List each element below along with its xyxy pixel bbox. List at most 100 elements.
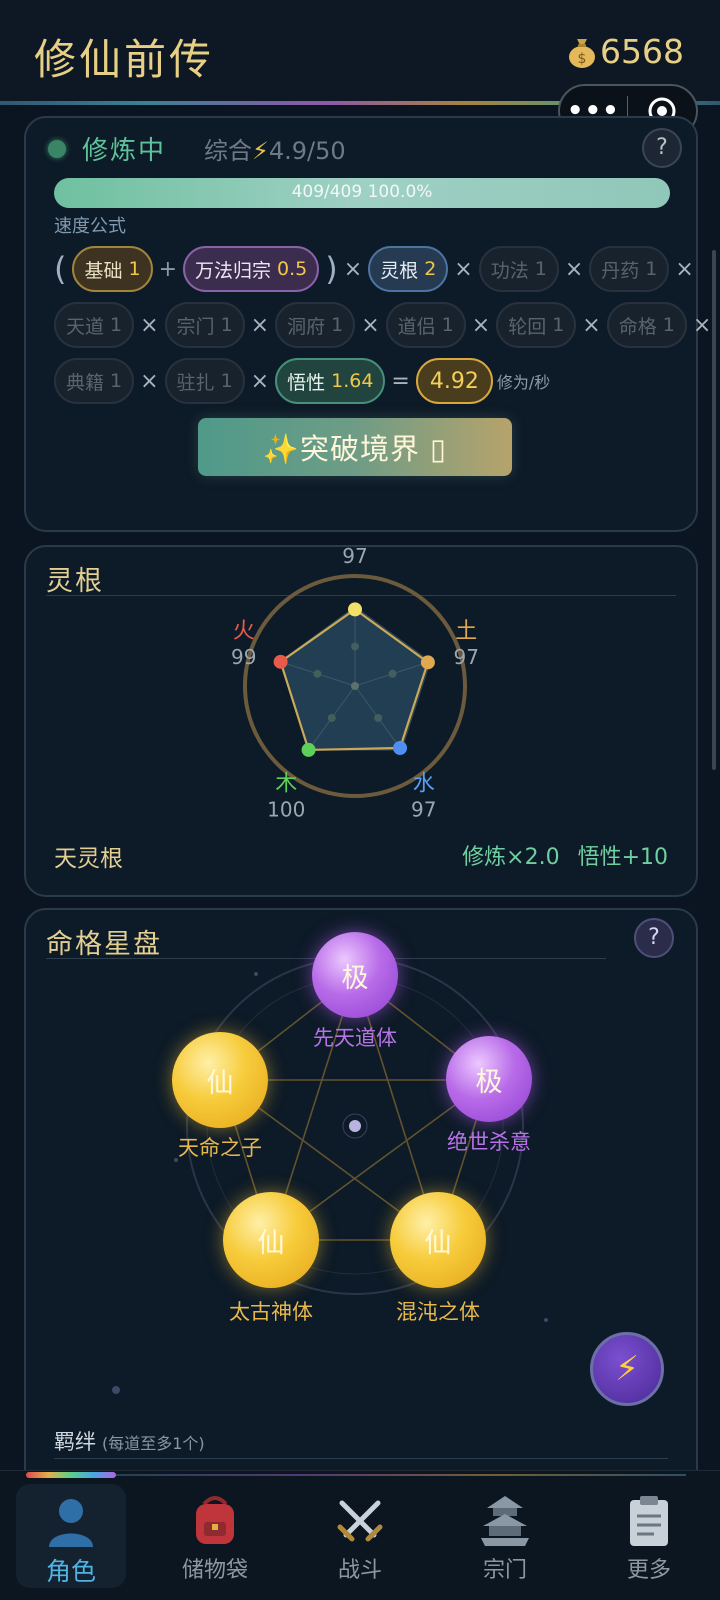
progress-text: 409/409 100.0% xyxy=(291,182,433,202)
chip-label: 基础 xyxy=(84,259,123,282)
times-sign: × xyxy=(140,368,159,394)
chip-danyao[interactable]: 丹药 1 xyxy=(589,246,670,292)
root-bonus: 修炼×2.0 悟性+10 xyxy=(462,839,668,871)
chip-value: 1 xyxy=(331,314,344,336)
fate-node-taigu-shenti[interactable]: 仙 xyxy=(223,1192,319,1288)
money-bag-icon: $ xyxy=(569,38,596,68)
close-paren: ) xyxy=(325,250,338,288)
radar-element-value: 97 xyxy=(342,547,367,568)
chip-zongmen[interactable]: 宗门 1 xyxy=(164,302,245,348)
breakthrough-button[interactable]: ✨突破境界 ▯ xyxy=(198,418,512,476)
chip-label: 宗门 xyxy=(176,315,215,338)
times-sign: × xyxy=(692,312,712,338)
chip-label: 万法归宗 xyxy=(195,259,272,282)
radar-value-polygon xyxy=(279,608,430,752)
tab-storage-bag[interactable]: 储物袋 xyxy=(160,1484,270,1588)
radar-element-label: 火 xyxy=(233,619,255,644)
chip-value: 0.5 xyxy=(277,258,308,280)
formula-row-3: 典籍 1 × 驻扎 1 × 悟性 1.64 = 4.92 修为/秒 xyxy=(54,358,550,404)
tab-label: 储物袋 xyxy=(181,1558,248,1583)
times-sign: × xyxy=(454,256,473,282)
times-sign: × xyxy=(343,256,363,282)
cultivation-help-button[interactable]: ? xyxy=(642,128,682,168)
chip-lunhui[interactable]: 轮回 1 xyxy=(496,302,577,348)
tab-battle[interactable]: 战斗 xyxy=(305,1484,415,1588)
chip-label: 灵根 xyxy=(380,259,419,282)
chip-label: 道侣 xyxy=(397,315,436,338)
radar-point xyxy=(273,654,288,669)
chip-value: 1 xyxy=(662,314,675,336)
root-grade: 天灵根 xyxy=(54,846,123,872)
radar-element-value: 99 xyxy=(231,645,256,669)
times-sign: × xyxy=(582,312,601,338)
radar-element-label: 木 xyxy=(275,772,297,797)
fate-node-xiantian-daoti[interactable]: 极 xyxy=(312,932,398,1018)
open-paren: ( xyxy=(54,250,67,288)
radar-element-value: 97 xyxy=(411,798,436,822)
chip-tiandao[interactable]: 天道 1 xyxy=(54,302,135,348)
bond-note: (每道至多1个) xyxy=(102,1434,205,1453)
cultivation-progress-bar: 409/409 100.0% xyxy=(54,178,670,208)
fate-label: 先天道体 xyxy=(313,1026,397,1050)
chip-gongfa[interactable]: 功法 1 xyxy=(478,246,559,292)
chip-spirit-root[interactable]: 灵根 2 xyxy=(368,246,449,292)
chip-base[interactable]: 基础 1 xyxy=(72,246,153,292)
chip-value: 1 xyxy=(645,258,658,280)
chip-label: 轮回 xyxy=(508,315,547,338)
radar-point xyxy=(393,740,408,755)
chip-value: 1 xyxy=(220,314,233,336)
pagoda-icon xyxy=(479,1492,531,1550)
tab-label: 战斗 xyxy=(337,1558,382,1583)
chip-value: 1 xyxy=(552,314,565,336)
chip-wanfa[interactable]: 万法归宗 0.5 xyxy=(183,246,320,292)
tab-label: 角色 xyxy=(45,1557,96,1586)
bond-title: 羁绊 xyxy=(54,1430,96,1454)
times-sign: × xyxy=(564,256,584,282)
radar-element-label: 土 xyxy=(455,619,477,644)
times-sign: × xyxy=(361,312,380,338)
fate-node-hundun-zhiti[interactable]: 仙 xyxy=(390,1192,486,1288)
radar-point xyxy=(301,742,316,757)
tab-character[interactable]: 角色 xyxy=(16,1484,126,1588)
chip-value: 1.64 xyxy=(331,370,374,392)
lightning-icon[interactable]: ⚡ xyxy=(590,1332,664,1406)
speed-result: 4.92 xyxy=(415,358,493,404)
formula-title: 速度公式 xyxy=(54,216,126,237)
radar-element-value: 100 xyxy=(267,798,305,822)
spirit-root-panel: 灵根 金97土97水97木100火99 天灵根 修炼×2.0悟性+10 xyxy=(24,545,698,897)
tab-more[interactable]: 更多 xyxy=(594,1484,704,1588)
chip-mingge[interactable]: 命格 1 xyxy=(606,302,687,348)
tab-sect[interactable]: 宗门 xyxy=(450,1484,560,1588)
bond-divider xyxy=(54,1458,668,1459)
times-sign: × xyxy=(471,312,491,338)
chip-zhuzha[interactable]: 驻扎 1 xyxy=(164,358,245,404)
chip-wuxing[interactable]: 悟性 1.64 xyxy=(275,358,386,404)
chip-value: 1 xyxy=(534,258,547,280)
times-sign: × xyxy=(250,312,270,338)
speed-unit: 修为/秒 xyxy=(496,373,551,392)
formula-row-1: ( 基础 1 + 万法归宗 0.5 ) × 灵根 2 × 功法 1 × 丹药 1 × xyxy=(54,246,694,292)
scrollbar[interactable] xyxy=(712,250,716,770)
chip-value: 1 xyxy=(128,258,141,280)
chip-value: 1 xyxy=(110,314,123,336)
coin-balance: $ 6568 xyxy=(566,32,684,71)
cultivation-status: 修炼中 xyxy=(82,136,167,166)
chip-label: 驻扎 xyxy=(176,371,215,394)
overall-value: 4.9/50 xyxy=(268,137,346,165)
chip-value: 1 xyxy=(441,314,454,336)
overall-rating: 综合⚡4.9/50 xyxy=(204,131,346,166)
fate-node-jueshi-shayi[interactable]: 极 xyxy=(446,1036,532,1122)
tab-label: 更多 xyxy=(626,1558,671,1583)
fate-label: 天命之子 xyxy=(178,1136,262,1160)
fate-label: 混沌之体 xyxy=(396,1300,480,1324)
radar-point xyxy=(420,655,435,670)
chip-dongfu[interactable]: 洞府 1 xyxy=(275,302,356,348)
times-sign: × xyxy=(675,256,694,282)
chip-label: 洞府 xyxy=(287,315,326,338)
bond-section-title: 羁绊 (每道至多1个) xyxy=(54,1426,205,1456)
fate-node-tianming-zhizi[interactable]: 仙 xyxy=(172,1032,268,1128)
chip-dianji[interactable]: 典籍 1 xyxy=(54,358,135,404)
chip-daolv[interactable]: 道侣 1 xyxy=(385,302,466,348)
clipboard-icon xyxy=(626,1492,672,1550)
chip-value: 1 xyxy=(220,370,233,392)
